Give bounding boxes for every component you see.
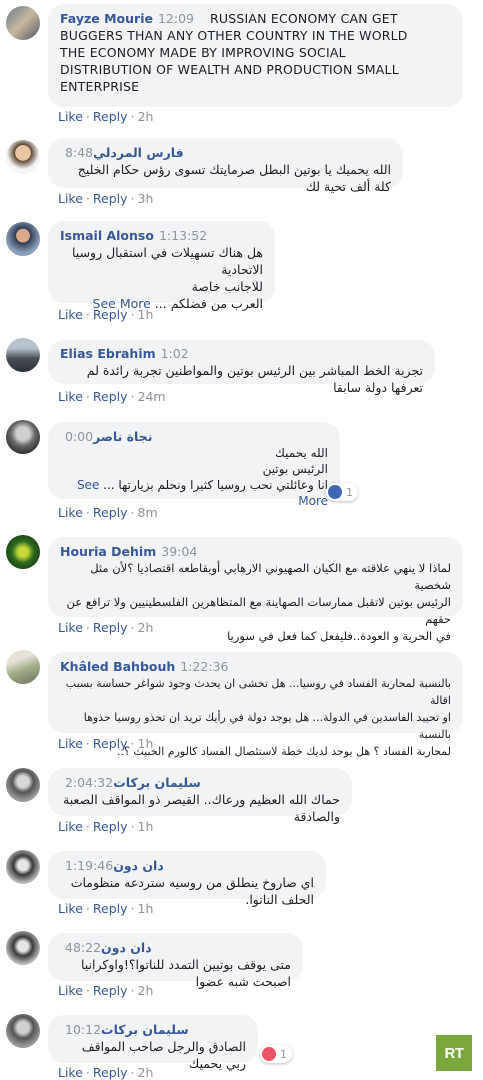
reply-link[interactable]: Reply bbox=[93, 109, 128, 124]
comment-age[interactable]: 1h bbox=[138, 307, 154, 322]
like-link[interactable]: Like bbox=[58, 736, 83, 751]
reply-link[interactable]: Reply bbox=[93, 505, 128, 520]
comment-author[interactable]: Houria Dehim bbox=[60, 544, 156, 559]
comment-age[interactable]: 3h bbox=[138, 191, 154, 206]
comment-bubble: Elias Ebrahim 1:02 تجربة الخط المباشر بين… bbox=[48, 340, 435, 395]
like-link[interactable]: Like bbox=[58, 620, 83, 635]
reply-link[interactable]: Reply bbox=[93, 983, 128, 998]
comment-actions: Like · Reply · 24m bbox=[58, 389, 166, 404]
reply-link[interactable]: Reply bbox=[93, 736, 128, 751]
rt-watermark-logo: RT bbox=[436, 1035, 472, 1071]
comment-bubble: دان دون48:22 متى يوقف بوتيين التمدد للنا… bbox=[48, 933, 303, 989]
comment-bubble: دان دون1:19:46 اي صاروخ ينطلق من روسيه س… bbox=[48, 851, 326, 907]
avatar[interactable] bbox=[6, 650, 40, 684]
like-link[interactable]: Like bbox=[58, 389, 83, 404]
comment-actions: Like · Reply · 3h bbox=[58, 191, 154, 206]
like-link[interactable]: Like bbox=[58, 191, 83, 206]
comment-actions: Like · Reply · 8m bbox=[58, 505, 158, 520]
like-link[interactable]: Like bbox=[58, 1065, 83, 1080]
comment-timestamp[interactable]: 1:22:36 bbox=[180, 659, 228, 674]
reaction-count[interactable]: 1 bbox=[326, 483, 358, 501]
comment-author[interactable]: Fayze Mourie bbox=[60, 11, 153, 26]
comment-age[interactable]: 1h bbox=[138, 736, 154, 751]
like-link[interactable]: Like bbox=[58, 983, 83, 998]
comment-actions: Like · Reply · 2h bbox=[58, 983, 154, 998]
comment-bubble: Fayze Mourie 12:09 RUSSIAN ECONOMY CAN GE… bbox=[48, 4, 463, 107]
comment-timestamp[interactable]: 1:19:46 bbox=[65, 858, 113, 873]
comment-text: هل هناك تسهيلات في استقبال روسيا الاتحاد… bbox=[71, 245, 263, 311]
comment-age[interactable]: 8m bbox=[138, 505, 158, 520]
avatar[interactable] bbox=[6, 420, 40, 454]
comment-bubble: سليمان بركات2:04:32 حماك الله العظيم ورع… bbox=[48, 768, 352, 824]
reply-link[interactable]: Reply bbox=[93, 389, 128, 404]
comment-bubble: نجاة ناصر0:00 الله يحميك الرئيس بوتين ان… bbox=[48, 422, 340, 508]
avatar[interactable] bbox=[6, 1014, 40, 1048]
comment-age[interactable]: 2h bbox=[138, 983, 154, 998]
avatar[interactable] bbox=[6, 850, 40, 884]
comment-timestamp[interactable]: 0:00 bbox=[65, 429, 93, 444]
comment-timestamp[interactable]: 12:09 bbox=[158, 11, 194, 26]
comment-age[interactable]: 2h bbox=[138, 620, 154, 635]
comment-age[interactable]: 24m bbox=[138, 389, 166, 404]
comment-actions: Like · Reply · 1h bbox=[58, 901, 154, 916]
comment-actions: Like · Reply · 1h bbox=[58, 736, 154, 751]
comment-bubble: فارس المردلي8:48 الله يحميك يا بوتين الب… bbox=[48, 138, 403, 194]
comment-bubble: Khâled Bahbouh 1:22:36 بالنسبة لمحاربة ال… bbox=[48, 652, 463, 758]
like-link[interactable]: Like bbox=[58, 819, 83, 834]
reply-link[interactable]: Reply bbox=[93, 901, 128, 916]
avatar[interactable] bbox=[6, 768, 40, 802]
comment-author[interactable]: دان دون bbox=[113, 858, 164, 873]
comment-actions: Like · Reply · 2h bbox=[58, 620, 154, 635]
comment-actions: Like · Reply · 1h bbox=[58, 819, 154, 834]
comment-age[interactable]: 2h bbox=[138, 109, 154, 124]
avatar[interactable] bbox=[6, 6, 40, 40]
reply-link[interactable]: Reply bbox=[93, 191, 128, 206]
comment-author[interactable]: سليمان بركات bbox=[113, 775, 201, 790]
comment-author[interactable]: Khâled Bahbouh bbox=[60, 659, 175, 674]
comment-text-rest: BUGGERS THAN ANY OTHER COUNTRY IN THE WO… bbox=[60, 28, 408, 94]
comment-actions: Like · Reply · 2h bbox=[58, 109, 154, 124]
reply-link[interactable]: Reply bbox=[93, 1065, 128, 1080]
avatar[interactable] bbox=[6, 338, 40, 372]
comment-bubble: Houria Dehim 39:04 لماذا لا ينهي علاقته م… bbox=[48, 537, 463, 643]
comment-timestamp[interactable]: 2:04:32 bbox=[65, 775, 113, 790]
comment-author[interactable]: دان دون bbox=[101, 940, 152, 955]
avatar[interactable] bbox=[6, 931, 40, 965]
comment-author[interactable]: فارس المردلي bbox=[93, 145, 184, 160]
like-link[interactable]: Like bbox=[58, 307, 83, 322]
avatar[interactable] bbox=[6, 535, 40, 569]
comment-actions: Like · Reply · 2h bbox=[58, 1065, 154, 1080]
comment-text: الله يحميك يا بوتين البطل صرمايتك تسوى ر… bbox=[77, 162, 391, 194]
comment-bubble: سليمان بركات10:12 الصادق والرجل صاحب الم… bbox=[48, 1015, 258, 1071]
reply-link[interactable]: Reply bbox=[93, 307, 128, 322]
comment-age[interactable]: 1h bbox=[138, 819, 154, 834]
reply-link[interactable]: Reply bbox=[93, 620, 128, 635]
like-link[interactable]: Like bbox=[58, 505, 83, 520]
avatar[interactable] bbox=[6, 140, 40, 174]
love-reaction-icon bbox=[262, 1047, 276, 1061]
reaction-count[interactable]: 1 bbox=[260, 1045, 292, 1063]
comment-age[interactable]: 2h bbox=[138, 1065, 154, 1080]
comment-text: الله يحميك الرئيس بوتين انا وعائلتي نحب … bbox=[76, 446, 328, 508]
comment-timestamp[interactable]: 1:13:52 bbox=[159, 228, 207, 243]
reply-link[interactable]: Reply bbox=[93, 819, 128, 834]
like-reaction-icon bbox=[328, 485, 342, 499]
comment-timestamp[interactable]: 39:04 bbox=[161, 544, 197, 559]
comment-timestamp[interactable]: 1:02 bbox=[161, 346, 189, 361]
comment-timestamp[interactable]: 10:12 bbox=[65, 1022, 101, 1037]
comment-actions: Like · Reply · 1h bbox=[58, 307, 154, 322]
comment-author[interactable]: نجاة ناصر bbox=[93, 429, 152, 444]
like-link[interactable]: Like bbox=[58, 109, 83, 124]
like-link[interactable]: Like bbox=[58, 901, 83, 916]
avatar[interactable] bbox=[6, 222, 40, 256]
comment-timestamp[interactable]: 48:22 bbox=[65, 940, 101, 955]
comment-timestamp[interactable]: 8:48 bbox=[65, 145, 93, 160]
comment-author[interactable]: Elias Ebrahim bbox=[60, 346, 156, 361]
comment-author[interactable]: Ismail Alonso bbox=[60, 228, 154, 243]
comment-age[interactable]: 1h bbox=[138, 901, 154, 916]
comment-bubble: Ismail Alonso 1:13:52 هل هناك تسهيلات في … bbox=[48, 221, 275, 311]
comment-author[interactable]: سليمان بركات bbox=[101, 1022, 189, 1037]
